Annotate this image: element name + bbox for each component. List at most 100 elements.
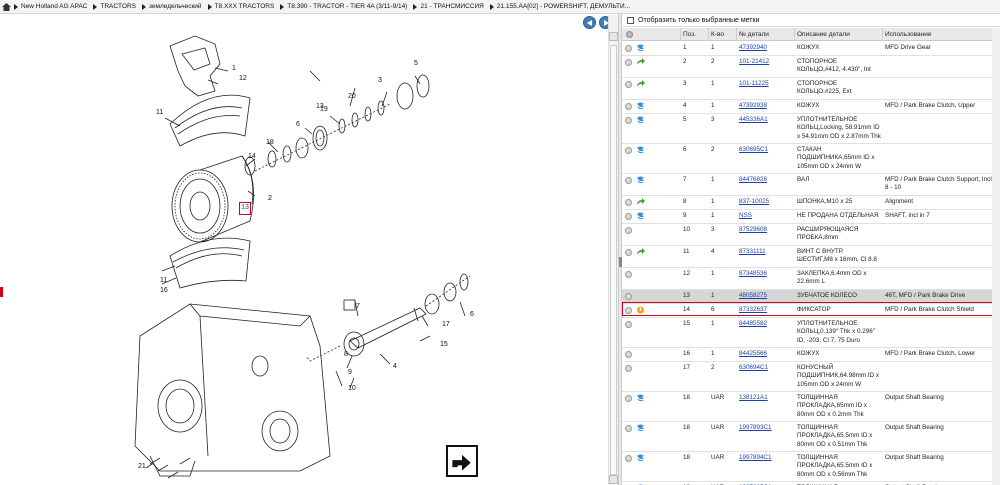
part-number-link[interactable]: 87331111 <box>739 248 766 256</box>
callout-8[interactable]: 8 <box>344 351 348 358</box>
alternate-part-icon[interactable] <box>636 80 645 88</box>
info-icon[interactable] <box>636 306 645 314</box>
table-row[interactable]: 15 1 84485582 УПЛОТНИТЕЛЬНОЕ КОЛЬЦ,0.139" T… <box>622 318 1000 348</box>
scroll-down-button[interactable] <box>609 475 618 484</box>
callout-18[interactable]: 18 <box>266 139 274 146</box>
row-select-icon[interactable] <box>625 147 632 154</box>
callout-3[interactable]: 3 <box>378 77 382 84</box>
table-row[interactable]: 18 UAR 1997894C1 ТОЛЩИННАЯ ПРОКЛАДКА,65.5mm… <box>622 452 1000 482</box>
table-row[interactable]: 18 UAR 138121A1 ТОЛЩИННАЯ ПРОКЛАДКА,65mm ID… <box>622 392 1000 422</box>
part-link-icon[interactable] <box>636 102 645 110</box>
part-link-icon[interactable] <box>636 116 645 124</box>
row-select-icon[interactable] <box>625 59 632 66</box>
home-icon[interactable] <box>2 2 11 11</box>
callout-10[interactable]: 10 <box>348 385 356 392</box>
callout-11[interactable]: 11 <box>160 277 167 284</box>
part-link-icon[interactable] <box>636 146 645 154</box>
row-select-icon[interactable] <box>625 103 632 110</box>
row-select-icon[interactable] <box>625 213 632 220</box>
part-link-icon[interactable] <box>636 424 645 432</box>
breadcrumb-item[interactable]: T8.390 - TRACTOR - TIER 4A (3/11-9/14) <box>280 3 407 10</box>
row-select-icon[interactable] <box>625 45 632 52</box>
alternate-part-icon[interactable] <box>636 248 645 256</box>
previous-diagram-button[interactable] <box>583 16 596 29</box>
select-all-icon[interactable] <box>626 31 633 38</box>
alternate-part-icon[interactable] <box>636 198 645 206</box>
part-number-link[interactable]: 84425566 <box>739 350 767 358</box>
part-number-link[interactable]: 837-10025 <box>739 198 769 206</box>
part-number-link[interactable]: 101-11225 <box>739 80 769 88</box>
part-link-icon[interactable] <box>636 212 645 220</box>
part-link-icon[interactable] <box>636 454 645 462</box>
show-selected-only-checkbox[interactable] <box>627 16 634 24</box>
table-row[interactable]: 9 1 NSS НЕ ПРОДАНА ОТДЕЛЬНАЯ SHAFT, incl in … <box>622 210 1000 224</box>
row-select-icon[interactable] <box>625 395 632 402</box>
table-row[interactable]: 10 3 87529608 РАСШИРЯЮЩАЯСЯ ПРОБКА,8mm <box>622 224 1000 246</box>
callout-15[interactable]: 15 <box>440 341 448 348</box>
callout-17[interactable]: 17 <box>442 321 450 328</box>
row-select-icon[interactable] <box>625 227 632 234</box>
column-header-part-number[interactable]: № детали <box>739 31 769 38</box>
table-row[interactable]: 11 4 87331111 ВИНТ С ВНУТР. ШЕСТИГ,M8 x 16m… <box>622 246 1000 268</box>
part-number-link[interactable]: 84485582 <box>739 320 767 328</box>
callout-6[interactable]: 6 <box>296 121 300 128</box>
column-header-qty[interactable]: К-во <box>711 31 724 38</box>
alternate-part-icon[interactable] <box>636 58 645 66</box>
row-select-icon[interactable] <box>625 321 632 328</box>
table-row[interactable]: 6 2 630695C1 СТАКАН ПОДШИПНИКА,65mm ID x 10… <box>622 144 1000 174</box>
part-number-link[interactable]: 630695C1 <box>739 146 768 154</box>
part-number-link[interactable]: 1997894C1 <box>739 454 772 462</box>
row-select-icon[interactable] <box>625 271 632 278</box>
table-row[interactable]: 14 6 87332637 ФИКСАТОР MFD / Park Brake Clut… <box>622 304 1000 318</box>
callout-12[interactable]: 12 <box>239 75 247 82</box>
callout-21[interactable]: 21 <box>138 463 146 470</box>
exploded-view-diagram[interactable]: 1 12 11 5 19 20 3 6 13 18 14 2 11 16 7 17 6 15 4 8 9 10 21 <box>10 16 606 484</box>
part-number-link[interactable]: 87348536 <box>739 270 767 278</box>
column-header-usage[interactable]: Использование <box>885 31 931 38</box>
part-number-link[interactable]: 84476828 <box>739 176 767 184</box>
part-number-link[interactable]: 87529608 <box>739 226 767 234</box>
part-link-icon[interactable] <box>636 394 645 402</box>
table-row[interactable]: 8 1 837-10025 ШПОНКА,M10 x 25 Alignment <box>622 196 1000 210</box>
callout-7[interactable]: 7 <box>356 303 360 310</box>
row-select-icon[interactable] <box>625 81 632 88</box>
table-row[interactable]: 17 2 630694C1 КОНУСНЫЙ ПОДШИПНИК,64.98mm ID… <box>622 362 1000 392</box>
table-row[interactable]: 16 1 84425566 КОЖУХ MFD / Park Brake Clutch,… <box>622 348 1000 362</box>
callout-16[interactable]: 16 <box>160 287 168 294</box>
part-number-link[interactable]: 101-21412 <box>739 58 769 66</box>
row-select-icon[interactable] <box>625 425 632 432</box>
part-number-link[interactable]: 48058275 <box>739 292 767 300</box>
highlighted-callout-13[interactable]: 13 <box>239 202 251 215</box>
breadcrumb-item[interactable]: 21.155.AA[02] - POWERSHIFT, ДЕМУЛЬТИ... <box>489 3 630 10</box>
callout-1[interactable]: 1 <box>232 65 236 72</box>
table-row[interactable]: 3 1 101-11225 СТОПОРНОЕ КОЛЬЦО,#225, Ext <box>622 78 1000 100</box>
part-number-link[interactable]: 630694C1 <box>739 364 768 372</box>
row-select-icon[interactable] <box>625 351 632 358</box>
diagram-scrollbar[interactable] <box>608 15 618 485</box>
callout-5[interactable]: 5 <box>414 60 418 67</box>
breadcrumb-item[interactable]: земледельческий <box>142 3 202 10</box>
table-row[interactable]: 2 2 101-21412 СТОПОРНОЕ КОЛЬЦО,#412, 4.430"… <box>622 56 1000 78</box>
table-row[interactable]: 1 1 47392940 КОЖУХ MFD Drive Gear <box>622 42 1000 56</box>
row-select-icon[interactable] <box>625 307 632 314</box>
scroll-thumb[interactable] <box>610 45 617 475</box>
breadcrumb-item[interactable]: TRACTORS <box>93 3 136 10</box>
part-number-link[interactable]: 47392938 <box>739 102 767 110</box>
table-row[interactable]: 13 1 48058275 ЗУБЧАТОЕ КОЛЕСО 46T, MFD / Par… <box>622 290 1000 304</box>
row-select-icon[interactable] <box>625 365 632 372</box>
part-link-icon[interactable] <box>636 44 645 52</box>
row-select-icon[interactable] <box>625 249 632 256</box>
callout-11[interactable]: 11 <box>156 109 163 116</box>
callout-13[interactable]: 13 <box>316 103 324 110</box>
part-number-link[interactable]: 87332637 <box>739 306 767 314</box>
callout-2[interactable]: 2 <box>268 195 272 202</box>
breadcrumb-item[interactable]: New Holland AG APAC <box>14 3 87 10</box>
table-row[interactable]: 7 1 84476828 ВАЛ MFD / Park Brake Clutch Sup… <box>622 174 1000 196</box>
table-row[interactable]: 18 UAR 1997893C1 ТОЛЩИННАЯ ПРОКЛАДКА,65.5mm… <box>622 422 1000 452</box>
part-number-link[interactable]: NSS <box>739 212 752 220</box>
parts-scrollbar[interactable] <box>992 28 1000 485</box>
table-row[interactable]: 5 3 445336A1 УПЛОТНИТЕЛЬНОЕ КОЛЬЦ,Locking, … <box>622 114 1000 144</box>
callout-14[interactable]: 14 <box>248 153 256 160</box>
part-number-link[interactable]: 138121A1 <box>739 394 768 402</box>
row-select-icon[interactable] <box>625 177 632 184</box>
